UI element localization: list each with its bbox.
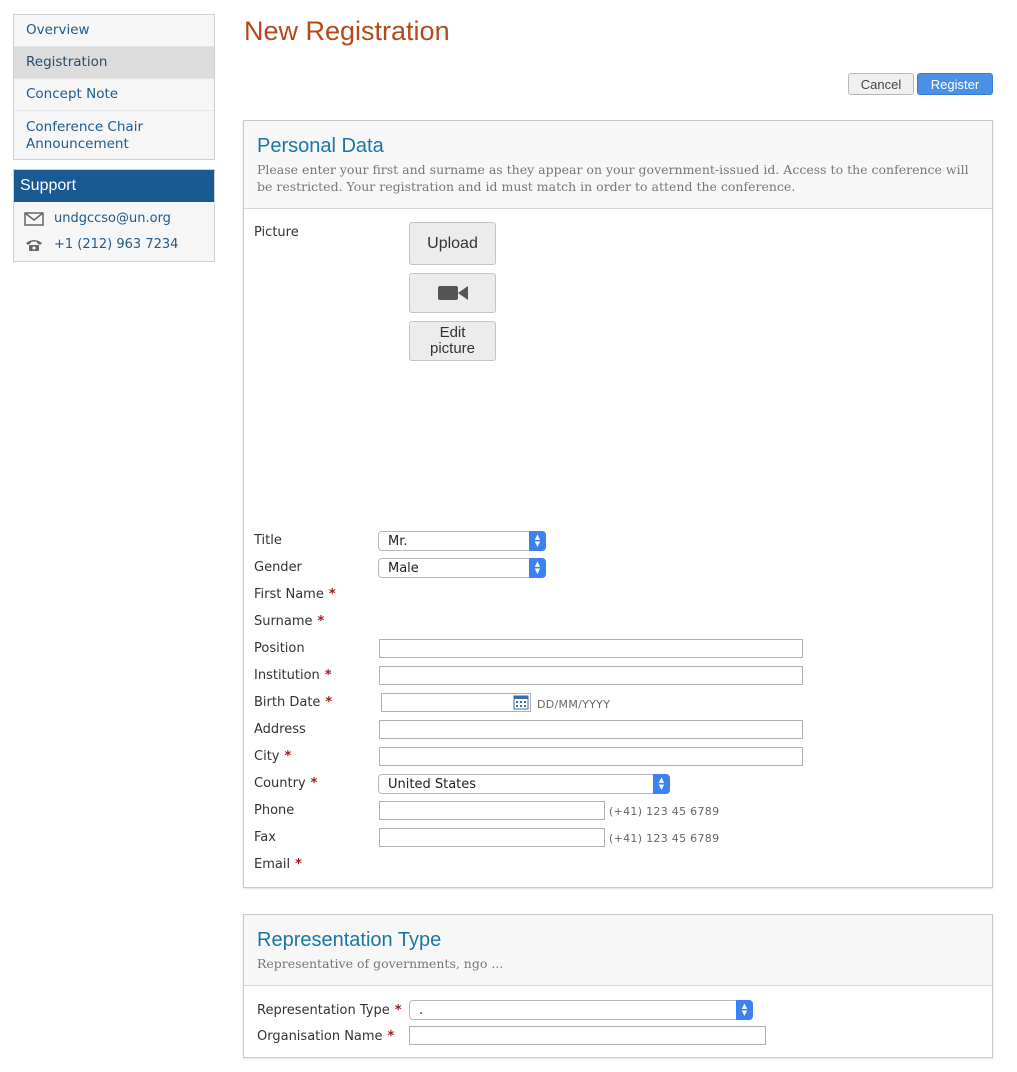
edit-picture-button[interactable]: Edit picture [409, 321, 496, 361]
title-select-value: Mr. [388, 534, 408, 549]
birth-date-label-text: Birth Date [254, 695, 321, 710]
support-phone-row: +1 (212) 963 7234 [14, 231, 214, 261]
surname-label-text: Surname [254, 614, 313, 629]
address-label: Address [254, 722, 306, 737]
representation-panel: Representation Type Representative of go… [243, 914, 993, 1058]
sidebar-nav: Overview Registration Concept Note Confe… [13, 14, 215, 160]
fax-label: Fax [254, 830, 276, 845]
institution-label: Institution * [254, 668, 332, 683]
address-input[interactable] [379, 720, 803, 739]
support-title: Support [14, 170, 214, 202]
page-title: New Registration [244, 16, 450, 46]
fax-format-hint: (+41) 123 45 6789 [609, 832, 720, 845]
organisation-name-label: Organisation Name * [257, 1029, 394, 1044]
support-phone-link[interactable]: +1 (212) 963 7234 [54, 237, 178, 252]
position-input[interactable] [379, 639, 803, 658]
first-name-label-text: First Name [254, 587, 324, 602]
position-label: Position [254, 641, 305, 656]
title-label: Title [254, 533, 282, 548]
city-label-text: City [254, 749, 280, 764]
surname-label: Surname * [254, 614, 324, 629]
phone-icon [26, 239, 42, 251]
organisation-name-input[interactable] [409, 1026, 766, 1045]
city-input[interactable] [379, 747, 803, 766]
support-email-link[interactable]: undgccso@un.org [54, 211, 171, 226]
phone-label: Phone [254, 803, 295, 818]
required-mark: * [295, 857, 302, 872]
calendar-icon[interactable] [513, 694, 529, 710]
representation-type-label: Representation Type * [257, 1003, 402, 1018]
required-mark: * [284, 749, 292, 764]
register-button[interactable]: Register [917, 73, 993, 95]
title-select[interactable]: Mr. ▲ ▼ [378, 531, 546, 551]
support-box: Support undgccso@un.org +1 (212) 963 723… [13, 169, 215, 262]
country-label-text: Country [254, 776, 306, 791]
personal-data-title: Personal Data [257, 135, 384, 157]
required-mark: * [317, 614, 325, 629]
representation-description: Representative of governments, ngo ... [257, 956, 504, 971]
organisation-name-label-text: Organisation Name [257, 1029, 383, 1044]
first-name-label: First Name * [254, 587, 336, 602]
select-arrows-icon: ▲ ▼ [653, 774, 670, 794]
gender-label: Gender [254, 560, 302, 575]
country-select[interactable]: United States ▲ ▼ [378, 774, 670, 794]
institution-input[interactable] [379, 666, 803, 685]
gender-select[interactable]: Male ▲ ▼ [378, 558, 546, 578]
required-mark: * [387, 1029, 395, 1044]
select-arrows-icon: ▲ ▼ [529, 558, 546, 578]
birth-date-label: Birth Date * [254, 695, 332, 710]
required-mark: * [325, 695, 333, 710]
email-label-text: Email [254, 857, 291, 872]
envelope-icon [24, 211, 44, 226]
nav-item-concept-note[interactable]: Concept Note [14, 79, 214, 111]
representation-type-select[interactable]: . ▲ ▼ [409, 1000, 753, 1020]
nav-item-overview[interactable]: Overview [14, 15, 214, 47]
fax-input[interactable] [379, 828, 605, 847]
nav-item-registration[interactable]: Registration [14, 47, 214, 79]
personal-data-panel: Personal Data Please enter your first an… [243, 120, 993, 888]
video-camera-icon [437, 286, 468, 300]
institution-label-text: Institution [254, 668, 320, 683]
required-mark: * [394, 1003, 402, 1018]
required-mark: * [310, 776, 318, 791]
nav-item-conference-chair-announcement[interactable]: Conference Chair Announcement [14, 111, 214, 159]
select-arrows-icon: ▲ ▼ [736, 1000, 753, 1020]
gender-select-value: Male [388, 561, 419, 576]
representation-type-value: . [419, 1003, 424, 1018]
personal-data-header: Personal Data Please enter your first an… [244, 121, 992, 209]
select-arrows-icon: ▲ ▼ [529, 531, 546, 551]
phone-format-hint: (+41) 123 45 6789 [609, 805, 720, 818]
phone-input[interactable] [379, 801, 605, 820]
personal-data-description: Please enter your first and surname as t… [257, 162, 969, 194]
representation-header: Representation Type Representative of go… [244, 915, 992, 986]
picture-label: Picture [254, 225, 299, 240]
city-label: City * [254, 749, 291, 764]
email-label: Email * [254, 857, 302, 872]
required-mark: * [324, 668, 332, 683]
camera-button[interactable] [409, 273, 496, 313]
cancel-button[interactable]: Cancel [848, 73, 914, 95]
representation-type-label-text: Representation Type [257, 1003, 390, 1018]
country-select-value: United States [388, 777, 477, 792]
representation-title: Representation Type [257, 929, 442, 951]
birth-date-input[interactable] [381, 693, 531, 712]
country-label: Country * [254, 776, 317, 791]
birth-date-format-hint: DD/MM/YYYY [537, 698, 611, 711]
upload-picture-button[interactable]: Upload [409, 222, 496, 265]
required-mark: * [328, 587, 336, 602]
support-email-row: undgccso@un.org [14, 202, 214, 231]
